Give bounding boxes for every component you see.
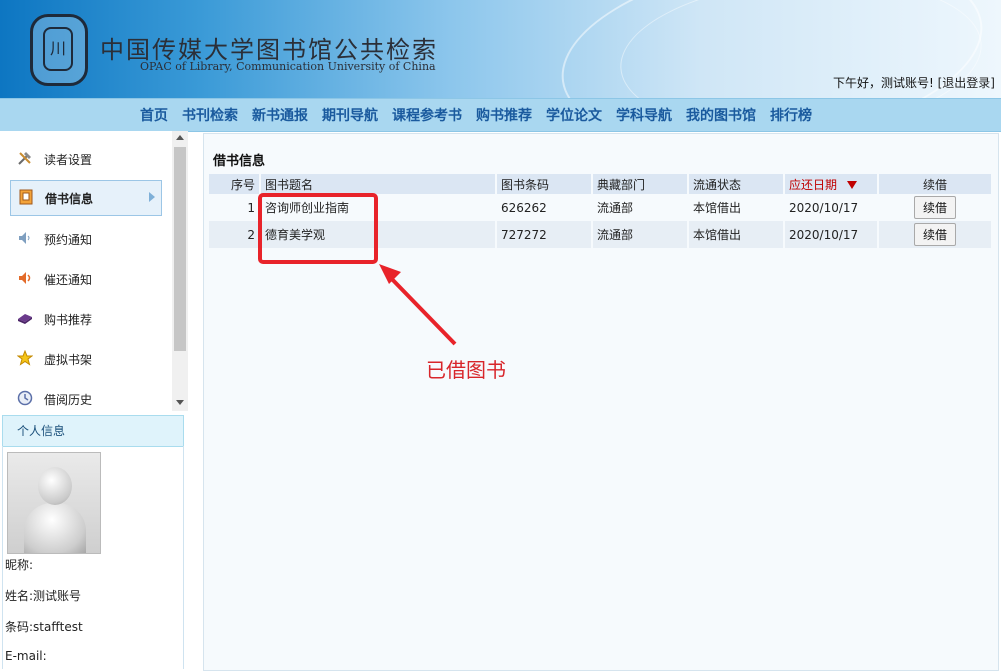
renew-cell: 续借: [879, 194, 991, 221]
nickname-label: 昵称:: [5, 558, 34, 572]
profile-header: 个人信息: [2, 415, 184, 447]
site-subtitle: OPAC of Library, Communication Universit…: [140, 60, 436, 73]
col-barcode: 图书条码: [497, 174, 591, 194]
user-status: 下午好，测试账号! [退出登录]: [833, 74, 995, 91]
nav-search[interactable]: 书刊检索: [182, 105, 238, 125]
renew-button[interactable]: 续借: [913, 196, 956, 219]
book-loan-icon: [17, 189, 35, 207]
book-barcode: 626262: [497, 194, 591, 221]
nav-recommend[interactable]: 购书推荐: [476, 105, 532, 125]
name-label: 姓名:: [5, 589, 34, 603]
profile-name: 姓名:测试账号: [5, 587, 81, 604]
profile-title: 个人信息: [17, 424, 66, 438]
avatar-head: [38, 467, 72, 505]
sidebar-item-label: 读者设置: [44, 152, 93, 167]
row-index: 2: [209, 221, 259, 248]
table-header-row: 序号 图书题名 图书条码 典藏部门 流通状态 应还日期 续借: [209, 174, 991, 194]
avatar: [7, 452, 101, 554]
renew-button[interactable]: 续借: [913, 223, 956, 246]
book-barcode: 727272: [497, 221, 591, 248]
chevron-right-icon: [149, 192, 155, 202]
scroll-thumb[interactable]: [174, 147, 186, 351]
logout-link[interactable]: [退出登录]: [938, 76, 995, 90]
col-index: 序号: [209, 174, 259, 194]
clock-icon: [16, 390, 34, 408]
col-status: 流通状态: [689, 174, 783, 194]
profile-nickname: 昵称:: [5, 556, 33, 573]
nav-journals[interactable]: 期刊导航: [322, 105, 378, 125]
col-title: 图书题名: [261, 174, 495, 194]
logo-mark: 川: [43, 27, 73, 71]
book-status: 本馆借出: [689, 194, 783, 221]
sidebar-menu: 读者设置 借书信息 预约通知 催还通知 购书推荐 虚拟书架 借阅历史: [0, 131, 172, 411]
barcode-value: stafftest: [33, 620, 83, 634]
main-nav: 首页 书刊检索 新书通报 期刊导航 课程参考书 购书推荐 学位论文 学科导航 我…: [0, 98, 1001, 132]
barcode-label: 条码:: [5, 620, 34, 634]
greeting-text: 下午好，测试账号!: [832, 76, 934, 90]
renew-cell: 续借: [879, 221, 991, 248]
speaker-loud-icon: [16, 270, 34, 288]
book-due-date: 2020/10/17: [785, 194, 877, 221]
sidebar-item-label: 购书推荐: [44, 312, 93, 327]
sidebar-item-reservation[interactable]: 预约通知: [10, 221, 160, 257]
sidebar-item-label: 借书信息: [45, 191, 94, 206]
col-location: 典藏部门: [593, 174, 687, 194]
sidebar-item-loan-info[interactable]: 借书信息: [10, 180, 162, 216]
email-label: E-mail:: [5, 649, 47, 663]
library-logo: 川: [30, 14, 88, 86]
scroll-up-icon[interactable]: [176, 135, 184, 140]
col-renew: 续借: [879, 174, 991, 194]
nav-theses[interactable]: 学位论文: [546, 105, 602, 125]
name-value: 测试账号: [33, 589, 82, 603]
book-status: 本馆借出: [689, 221, 783, 248]
row-index: 1: [209, 194, 259, 221]
col-due-date[interactable]: 应还日期: [785, 174, 877, 194]
scroll-down-icon[interactable]: [176, 400, 184, 405]
sidebar-item-reader-settings[interactable]: 读者设置: [10, 141, 160, 177]
annotation-highlight-box: [258, 193, 378, 264]
sidebar-item-virtual-shelf[interactable]: 虚拟书架: [10, 341, 160, 377]
speaker-icon: [16, 230, 34, 248]
star-icon: [16, 349, 34, 368]
nav-rankings[interactable]: 排行榜: [770, 105, 812, 125]
nav-course-books[interactable]: 课程参考书: [392, 105, 462, 125]
site-header: 川 中国传媒大学图书馆公共检索 OPAC of Library, Communi…: [0, 0, 1001, 98]
profile-panel: 昵称: 姓名:测试账号 条码:stafftest E-mail:: [2, 446, 184, 669]
sidebar-item-history[interactable]: 借阅历史: [10, 381, 160, 411]
annotation-arrow-icon: [379, 264, 457, 346]
sort-desc-icon: [847, 181, 858, 189]
book-location: 流通部: [593, 221, 687, 248]
nav-my-library[interactable]: 我的图书馆: [686, 105, 756, 125]
nav-subjects[interactable]: 学科导航: [616, 105, 672, 125]
sidebar-item-label: 借阅历史: [44, 392, 93, 407]
section-title: 借书信息: [213, 154, 266, 169]
sidebar-item-label: 预约通知: [44, 232, 93, 247]
sidebar-item-label: 催还通知: [44, 272, 93, 287]
sidebar-scrollbar[interactable]: [172, 131, 188, 411]
profile-email: E-mail:: [5, 649, 47, 663]
annotation-label: 已借图书: [426, 358, 506, 382]
book-due-date: 2020/10/17: [785, 221, 877, 248]
nav-new-books[interactable]: 新书通报: [252, 105, 308, 125]
profile-barcode: 条码:stafftest: [5, 618, 83, 635]
book-location: 流通部: [593, 194, 687, 221]
tools-icon: [16, 150, 34, 168]
sidebar-item-overdue[interactable]: 催还通知: [10, 261, 160, 297]
sidebar: 读者设置 借书信息 预约通知 催还通知 购书推荐 虚拟书架 借阅历史 个人信息 …: [0, 131, 188, 669]
sidebar-item-purchase[interactable]: 购书推荐: [10, 301, 160, 337]
nav-home[interactable]: 首页: [140, 105, 168, 125]
due-date-label: 应还日期: [789, 177, 838, 192]
avatar-body: [24, 503, 86, 553]
purple-book-icon: [16, 310, 34, 328]
sidebar-item-label: 虚拟书架: [44, 352, 93, 367]
